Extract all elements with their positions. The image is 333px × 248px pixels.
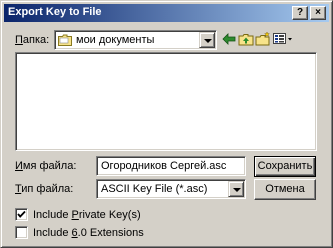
include-private-key-label[interactable]: Include Private Key(s)	[33, 209, 141, 221]
cancel-button[interactable]: Отмена	[254, 179, 316, 200]
include-private-key-checkbox[interactable]	[15, 208, 28, 221]
file-name-label: Имя файла:	[15, 160, 77, 172]
up-folder-icon[interactable]	[238, 31, 254, 47]
help-button[interactable]: ?	[292, 6, 308, 20]
close-button[interactable]: ×	[310, 6, 326, 20]
file-type-value: ASCII Key File (*.asc)	[101, 183, 208, 195]
new-folder-icon[interactable]	[255, 31, 271, 47]
look-in-value: мои документы	[76, 34, 155, 46]
include-60-extensions-checkbox[interactable]	[15, 226, 28, 239]
look-in-dropdown-button[interactable]	[199, 32, 215, 48]
file-name-input[interactable]: Огородников Сергей.asc	[96, 156, 246, 176]
export-key-dialog: Export Key to File ? × Папка: мои докуме…	[0, 0, 333, 248]
file-name-value: Огородников Сергей.asc	[101, 160, 227, 172]
file-type-combobox[interactable]: ASCII Key File (*.asc)	[96, 179, 246, 199]
back-arrow-icon[interactable]	[222, 31, 236, 47]
look-in-label: Папка:	[15, 34, 50, 46]
view-menu-icon[interactable]	[272, 31, 294, 47]
checkmark-icon	[17, 210, 26, 218]
window-title: Export Key to File	[8, 6, 102, 18]
file-type-label: Тип файла:	[15, 183, 74, 195]
file-type-dropdown-button[interactable]	[228, 181, 244, 197]
include-60-extensions-label[interactable]: Include 6.0 Extensions	[33, 227, 144, 239]
save-button[interactable]: Сохранить	[254, 156, 316, 177]
look-in-combobox[interactable]: мои документы	[54, 30, 217, 50]
folder-icon	[58, 34, 72, 46]
file-list[interactable]	[15, 52, 317, 151]
title-bar[interactable]: Export Key to File ? ×	[4, 4, 329, 22]
